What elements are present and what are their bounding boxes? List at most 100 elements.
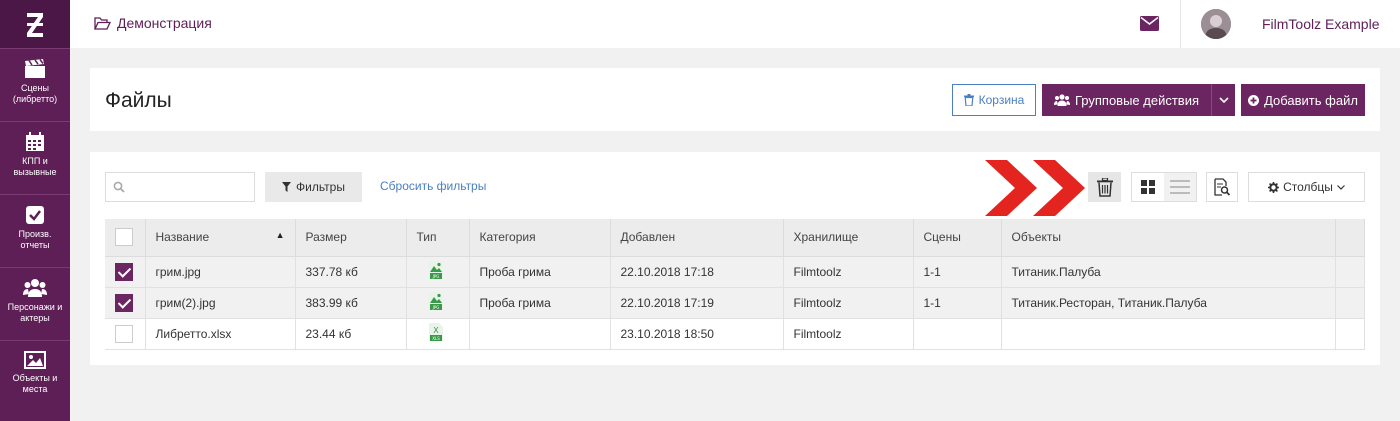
file-name[interactable]: Либретто.xlsx	[145, 318, 296, 350]
topbar-divider	[1180, 0, 1181, 48]
search-icon	[113, 181, 125, 193]
file-added: 22.10.2018 17:18	[610, 256, 784, 288]
file-name[interactable]: грим(2).jpg	[145, 287, 296, 319]
row-extra-cell	[1335, 318, 1365, 350]
file-storage: Filmtoolz	[783, 318, 914, 350]
svg-text:XLS: XLS	[432, 336, 440, 341]
list-view-button[interactable]	[1164, 173, 1196, 201]
user-avatar-icon	[1201, 9, 1231, 39]
top-bar: Демонстрация FilmToolz Example	[70, 0, 1400, 48]
column-header-added[interactable]: Добавлен	[610, 219, 784, 257]
view-switcher	[1131, 172, 1197, 202]
select-all-checkbox[interactable]	[115, 228, 133, 247]
folder-open-icon	[94, 16, 111, 30]
file-size: 383.99 кб	[295, 287, 407, 319]
breadcrumb[interactable]: Демонстрация	[94, 15, 212, 31]
filters-button[interactable]: Фильтры	[265, 172, 362, 202]
group-actions-label: Групповые действия	[1074, 92, 1200, 108]
grid-view-button[interactable]	[1132, 173, 1164, 201]
chevron-down-icon	[1336, 184, 1345, 190]
column-header-name[interactable]: Название ▲	[145, 219, 296, 257]
column-header-type[interactable]: Тип	[406, 219, 470, 257]
row-checkbox[interactable]	[115, 262, 133, 281]
users-icon	[1053, 94, 1070, 106]
file-added: 23.10.2018 18:50	[610, 318, 784, 350]
sidebar-item-label: Произв. отчеты	[18, 229, 52, 250]
filters-label: Фильтры	[296, 180, 345, 194]
search-input[interactable]	[105, 172, 255, 202]
row-extra-cell	[1335, 287, 1365, 319]
list-icon	[1170, 180, 1190, 194]
file-scenes: 1-1	[913, 287, 1002, 319]
jpg-file-icon: JPG	[428, 261, 443, 279]
file-category: Проба грима	[469, 256, 611, 288]
file-size: 23.44 кб	[295, 318, 407, 350]
columns-button[interactable]: Столбцы	[1248, 172, 1365, 202]
sort-asc-icon: ▲	[275, 230, 285, 241]
add-file-button[interactable]: Добавить файл	[1241, 84, 1365, 116]
file-type: JPG	[406, 287, 470, 319]
sidebar-item-characters[interactable]: Персонажи и актеры	[0, 267, 70, 340]
user-name[interactable]: FilmToolz Example	[1262, 16, 1379, 32]
breadcrumb-label: Демонстрация	[117, 15, 212, 31]
users-icon	[23, 279, 47, 297]
group-actions-caret[interactable]	[1211, 84, 1235, 116]
sidebar-item-label: Объекты и места	[12, 373, 58, 394]
column-header-extra	[1335, 219, 1365, 257]
table-row[interactable]: грим(2).jpg 383.99 кб JPG Проба грима 22…	[105, 287, 1365, 319]
plus-circle-icon	[1248, 94, 1260, 106]
files-panel: Фильтры Сбросить фильтры Столбцы Названи…	[90, 152, 1380, 365]
clapperboard-icon	[25, 59, 45, 78]
sidebar-item-label: Сцены (либретто)	[12, 83, 58, 104]
row-extra-cell	[1335, 256, 1365, 288]
xls-file-icon: X XLS	[428, 323, 443, 341]
file-objects: Титаник.Палуба	[1001, 256, 1336, 288]
file-category	[469, 318, 611, 350]
table-header-row: Название ▲ Размер Тип Категория Добавлен …	[105, 219, 1365, 257]
gear-icon	[1268, 181, 1280, 193]
sidebar-item-callsheets[interactable]: КПП и вызывные	[0, 121, 70, 194]
file-search-icon	[1214, 178, 1230, 196]
svg-text:JPG: JPG	[431, 274, 439, 279]
group-actions-dropdown: Групповые действия	[1042, 84, 1235, 116]
sidebar: Сцены (либретто) КПП и вызывные Произв. …	[0, 0, 70, 421]
column-header-category[interactable]: Категория	[469, 219, 611, 257]
grid-icon	[1141, 180, 1155, 194]
filter-icon	[282, 182, 292, 192]
file-category: Проба грима	[469, 287, 611, 319]
select-all-cell	[105, 219, 146, 257]
table-row[interactable]: Либретто.xlsx 23.44 кб X XLS 23.10.2018 …	[105, 318, 1365, 350]
column-header-storage[interactable]: Хранилище	[783, 219, 914, 257]
sidebar-item-label: КПП и вызывные	[13, 156, 57, 177]
column-header-scenes[interactable]: Сцены	[913, 219, 1002, 257]
trash-icon	[963, 94, 974, 106]
file-scenes: 1-1	[913, 256, 1002, 288]
column-header-size[interactable]: Размер	[295, 219, 407, 257]
file-objects: Титаник.Ресторан, Титаник.Палуба	[1001, 287, 1336, 319]
column-header-objects[interactable]: Объекты	[1001, 219, 1336, 257]
row-checkbox[interactable]	[115, 324, 133, 343]
file-name[interactable]: грим.jpg	[145, 256, 296, 288]
file-type: JPG	[406, 256, 470, 288]
annotation-arrows-icon	[985, 160, 1085, 216]
add-file-label: Добавить файл	[1264, 92, 1358, 108]
logo-icon	[27, 13, 43, 37]
preview-button[interactable]	[1206, 172, 1238, 202]
chevron-down-icon	[1218, 97, 1229, 103]
sidebar-item-reports[interactable]: Произв. отчеты	[0, 194, 70, 267]
row-checkbox[interactable]	[115, 293, 133, 312]
sidebar-item-locations[interactable]: Объекты и места	[0, 340, 70, 413]
avatar[interactable]	[1201, 9, 1231, 39]
app-logo[interactable]	[0, 0, 70, 48]
group-actions-button[interactable]: Групповые действия	[1042, 84, 1211, 116]
row-select-cell	[105, 318, 146, 350]
trash-button[interactable]: Корзина	[952, 84, 1036, 116]
file-storage: Filmtoolz	[783, 256, 914, 288]
page-header: Файлы Корзина Групповые действия Добавит…	[90, 68, 1380, 131]
table-row[interactable]: грим.jpg 337.78 кб JPG Проба грима 22.10…	[105, 256, 1365, 288]
sidebar-item-scenes[interactable]: Сцены (либретто)	[0, 48, 70, 121]
messages-button[interactable]	[1140, 16, 1159, 36]
file-objects	[1001, 318, 1336, 350]
reset-filters-link[interactable]: Сбросить фильтры	[380, 179, 486, 193]
delete-selected-button[interactable]	[1088, 172, 1121, 202]
